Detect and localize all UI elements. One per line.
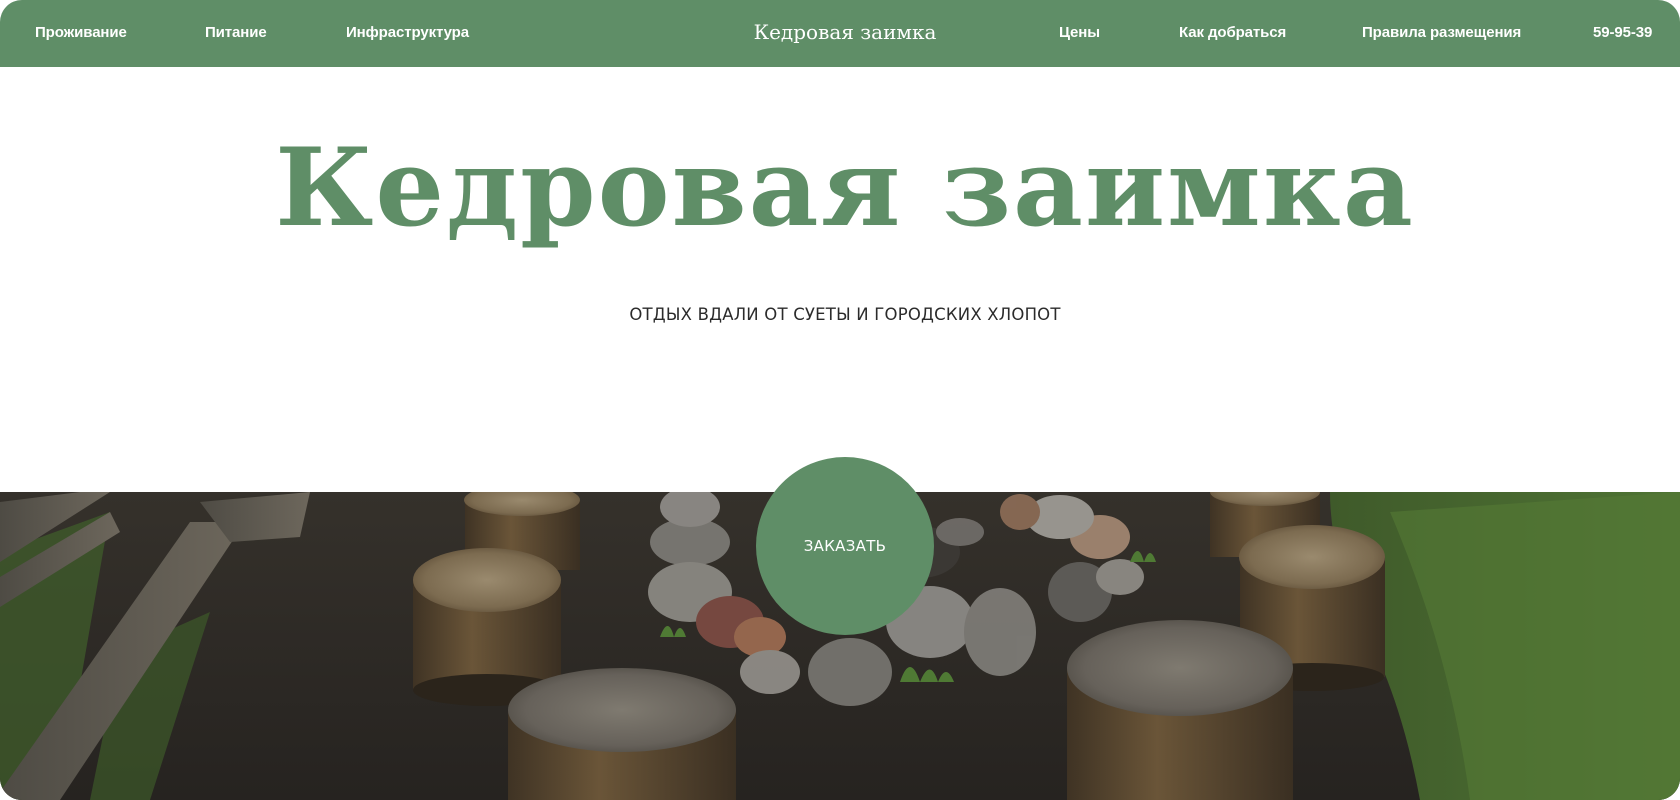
nav-brand-logo[interactable]: Кедровая заимка: [754, 20, 937, 44]
nav-item-accommodation[interactable]: Проживание: [35, 0, 127, 67]
page-frame: Проживание Питание Инфраструктура Кедров…: [0, 0, 1680, 800]
nav-item-rules[interactable]: Правила размещения: [1362, 0, 1521, 67]
hero-subtitle: ОТДЫХ ВДАЛИ ОТ СУЕТЫ И ГОРОДСКИХ ХЛОПОТ: [629, 305, 1061, 324]
top-navigation: Проживание Питание Инфраструктура Кедров…: [0, 0, 1680, 67]
nav-item-infrastructure[interactable]: Инфраструктура: [346, 0, 469, 67]
nav-phone-link[interactable]: 59-95-39: [1593, 0, 1652, 67]
hero-title: Кедровая заимка: [275, 125, 1415, 251]
nav-item-prices[interactable]: Цены: [1059, 0, 1100, 67]
order-button[interactable]: ЗАКАЗАТЬ: [756, 457, 934, 635]
stump-3: [508, 668, 736, 800]
stump-6: [1067, 620, 1293, 800]
nav-item-directions[interactable]: Как добраться: [1179, 0, 1286, 67]
nav-item-food[interactable]: Питание: [205, 0, 267, 67]
